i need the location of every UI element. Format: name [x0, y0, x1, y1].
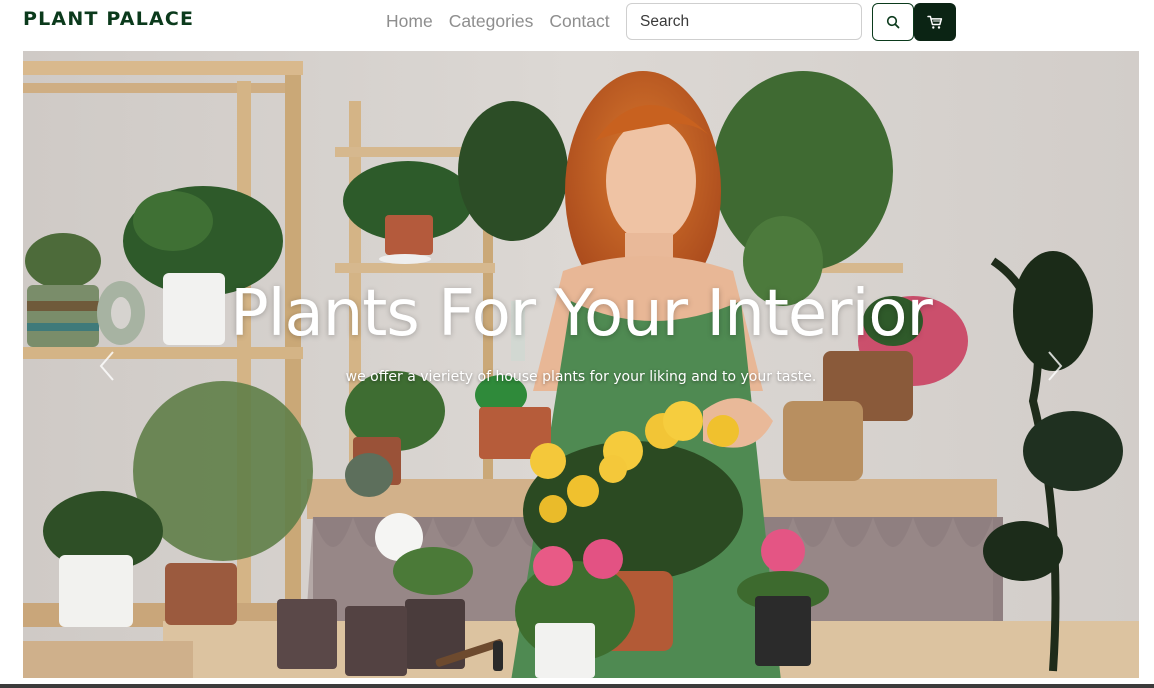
chevron-left-icon	[99, 351, 114, 381]
search-button[interactable]	[872, 3, 914, 41]
search-icon	[886, 15, 900, 29]
window-bottom-edge	[0, 684, 1154, 688]
nav-link-home[interactable]: Home	[386, 11, 433, 32]
nav-link-contact[interactable]: Contact	[549, 11, 609, 32]
chevron-right-icon	[1048, 351, 1063, 381]
cart-icon	[927, 15, 943, 29]
search-input[interactable]	[626, 3, 862, 40]
navbar: PLANT PALACE Home Categories Contact	[0, 0, 1154, 48]
hero-image	[23, 51, 1139, 678]
carousel-next-button[interactable]	[1035, 341, 1075, 391]
hero-carousel: Plants For Your Interior we offer a vier…	[23, 51, 1139, 678]
brand-logo[interactable]: PLANT PALACE	[23, 8, 194, 30]
carousel-prev-button[interactable]	[87, 341, 127, 391]
cart-button[interactable]	[914, 3, 956, 41]
nav-link-categories[interactable]: Categories	[449, 11, 534, 32]
hero-subtitle: we offer a vieriety of house plants for …	[345, 369, 817, 385]
nav-links: Home Categories Contact	[386, 11, 610, 32]
hero-title: Plants For Your Interior	[230, 277, 933, 351]
